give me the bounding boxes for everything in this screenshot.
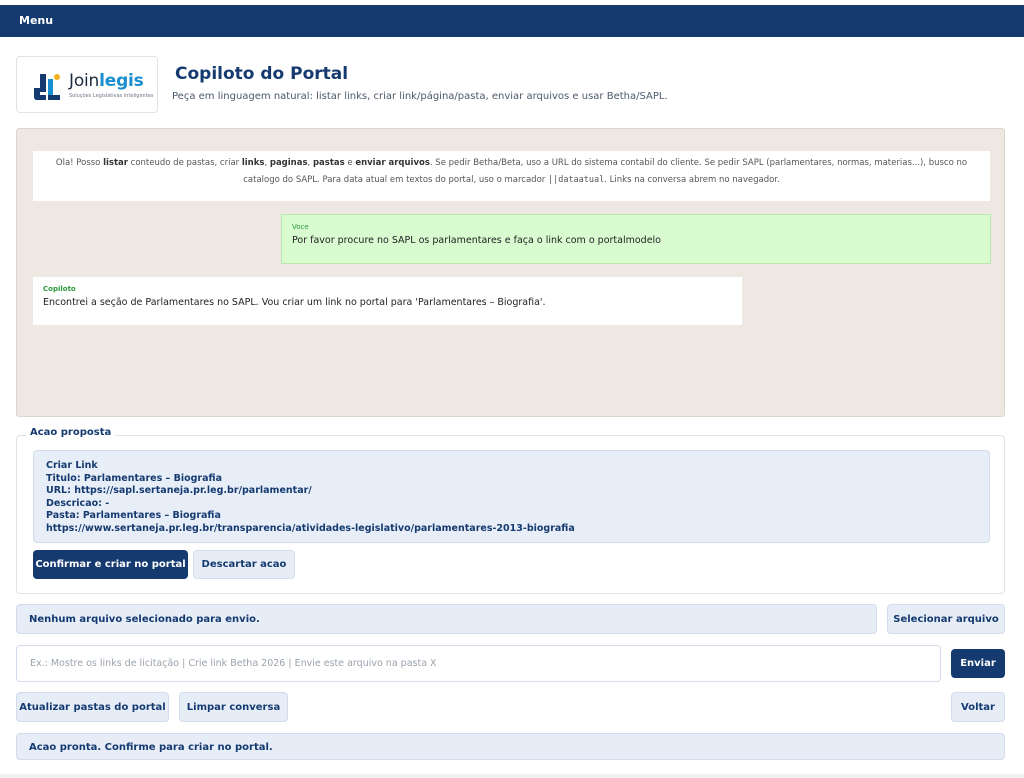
chat-panel[interactable]: Ola! Posso listar conteudo de pastas, cr… — [16, 128, 1005, 417]
prompt-input[interactable]: Ex.: Mostre os links de licitação | Crie… — [16, 645, 941, 682]
action-type: Criar Link — [46, 460, 98, 471]
bot-message: Copiloto Encontrei a seção de Parlamenta… — [33, 277, 742, 325]
send-button[interactable]: Enviar — [951, 649, 1005, 678]
select-file-button[interactable]: Selecionar arquivo — [887, 604, 1005, 634]
bottom-divider — [0, 774, 1024, 778]
refresh-folders-button[interactable]: Atualizar pastas do portal — [16, 692, 169, 722]
user-message: Voce Por favor procure no SAPL os parlam… — [281, 214, 991, 264]
action-title: Titulo: Parlamentares – Biografia — [46, 472, 222, 484]
menu-button[interactable]: Menu — [19, 14, 53, 27]
page-title: Copiloto do Portal — [175, 64, 349, 84]
action-description: Descricao: - — [46, 497, 110, 509]
page-subtitle: Peça em linguagem natural: listar links,… — [172, 91, 668, 102]
welcome-message: Ola! Posso listar conteudo de pastas, cr… — [33, 151, 990, 201]
action-details: Criar Link Titulo: Parlamentares – Biogr… — [33, 450, 990, 543]
clear-chat-button[interactable]: Limpar conversa — [179, 692, 288, 722]
user-message-text: Por favor procure no SAPL os parlamentar… — [292, 235, 661, 246]
proposed-action-panel: Criar Link Titulo: Parlamentares – Biogr… — [16, 435, 1005, 594]
logo: Joinlegis Soluções Legislativas Intelige… — [16, 56, 158, 113]
logo-tagline: Soluções Legislativas Inteligentes — [69, 93, 154, 99]
discard-action-button[interactable]: Descartar acao — [193, 550, 295, 579]
proposed-action-legend: Acao proposta — [26, 427, 116, 438]
file-status: Nenhum arquivo selecionado para envio. — [16, 604, 877, 634]
user-sender-label: Voce — [292, 223, 309, 231]
top-bar: Menu — [0, 5, 1024, 37]
joinlegis-logo-icon — [34, 74, 60, 100]
action-url: URL: https://sapl.sertaneja.pr.leg.br/pa… — [46, 485, 312, 496]
status-message: Acao pronta. Confirme para criar no port… — [16, 733, 1005, 760]
bot-sender-label: Copiloto — [43, 285, 76, 293]
back-button[interactable]: Voltar — [951, 692, 1005, 722]
confirm-create-button[interactable]: Confirmar e criar no portal — [33, 550, 188, 579]
action-folder: Pasta: Parlamentares – Biografia — [46, 510, 221, 521]
action-folder-url: https://www.sertaneja.pr.leg.br/transpar… — [46, 522, 575, 534]
bot-message-text: Encontrei a seção de Parlamentares no SA… — [43, 297, 546, 308]
logo-wordmark: Joinlegis — [69, 71, 144, 91]
